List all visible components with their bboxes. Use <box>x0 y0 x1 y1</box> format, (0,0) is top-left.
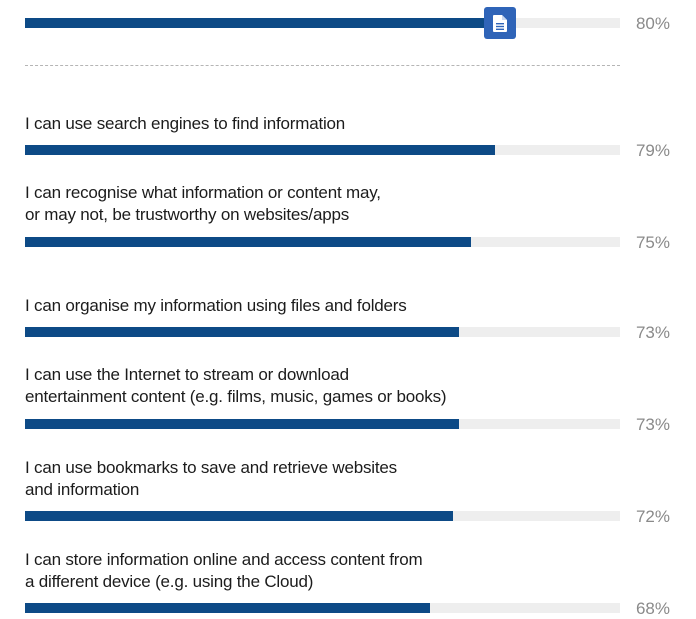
category-label-line: I can use search engines to find informa… <box>25 114 346 133</box>
category-label-line: I can organise my information using file… <box>25 296 407 315</box>
category-label-1: I can use search engines to find informa… <box>25 113 565 135</box>
category-label-line: I can store information online and acces… <box>25 550 423 569</box>
bar-4 <box>25 419 460 429</box>
bar-6 <box>25 603 430 613</box>
section-divider <box>25 65 620 66</box>
bar-3-track <box>25 327 620 337</box>
category-label-6: I can store information online and acces… <box>25 549 565 593</box>
bar-6-value-label: 68% <box>635 599 670 618</box>
bar-1-value-label: 79% <box>635 141 670 160</box>
bar-chart: 80% I can use search engines to find info… <box>0 0 696 618</box>
bar-2-track <box>25 237 620 247</box>
category-label-line: I can use bookmarks to save and retrieve… <box>25 458 397 477</box>
category-label-line: a different device (e.g. using the Cloud… <box>25 572 314 591</box>
bar-2 <box>25 237 472 247</box>
bar-1-track <box>25 145 620 155</box>
category-label-line: entertainment content (e.g. films, music… <box>25 387 447 406</box>
bar-5 <box>25 511 454 521</box>
category-label-line: I can use the Internet to stream or down… <box>25 365 349 384</box>
top-bar-track <box>25 18 620 28</box>
bar-4-value-label: 73% <box>635 415 670 434</box>
top-bar-value-label: 80% <box>635 14 670 33</box>
bar-4-track <box>25 419 620 429</box>
category-label-line: I can recognise what information or cont… <box>25 183 381 202</box>
category-label-3: I can organise my information using file… <box>25 295 565 317</box>
bar-6-track <box>25 603 620 613</box>
category-label-4: I can use the Internet to stream or down… <box>25 364 565 408</box>
bar-3-value-label: 73% <box>635 323 670 342</box>
category-label-line: or may not, be trustworthy on websites/a… <box>25 205 350 224</box>
category-label-line: and information <box>25 480 140 499</box>
bar-3 <box>25 327 460 337</box>
document-icon[interactable] <box>484 7 516 39</box>
category-label-2: I can recognise what information or cont… <box>25 182 565 226</box>
category-label-5: I can use bookmarks to save and retrieve… <box>25 457 565 501</box>
bar-2-value-label: 75% <box>635 233 670 252</box>
top-bar <box>25 18 501 28</box>
bar-5-track <box>25 511 620 521</box>
bar-5-value-label: 72% <box>635 507 670 526</box>
bar-1 <box>25 145 496 155</box>
